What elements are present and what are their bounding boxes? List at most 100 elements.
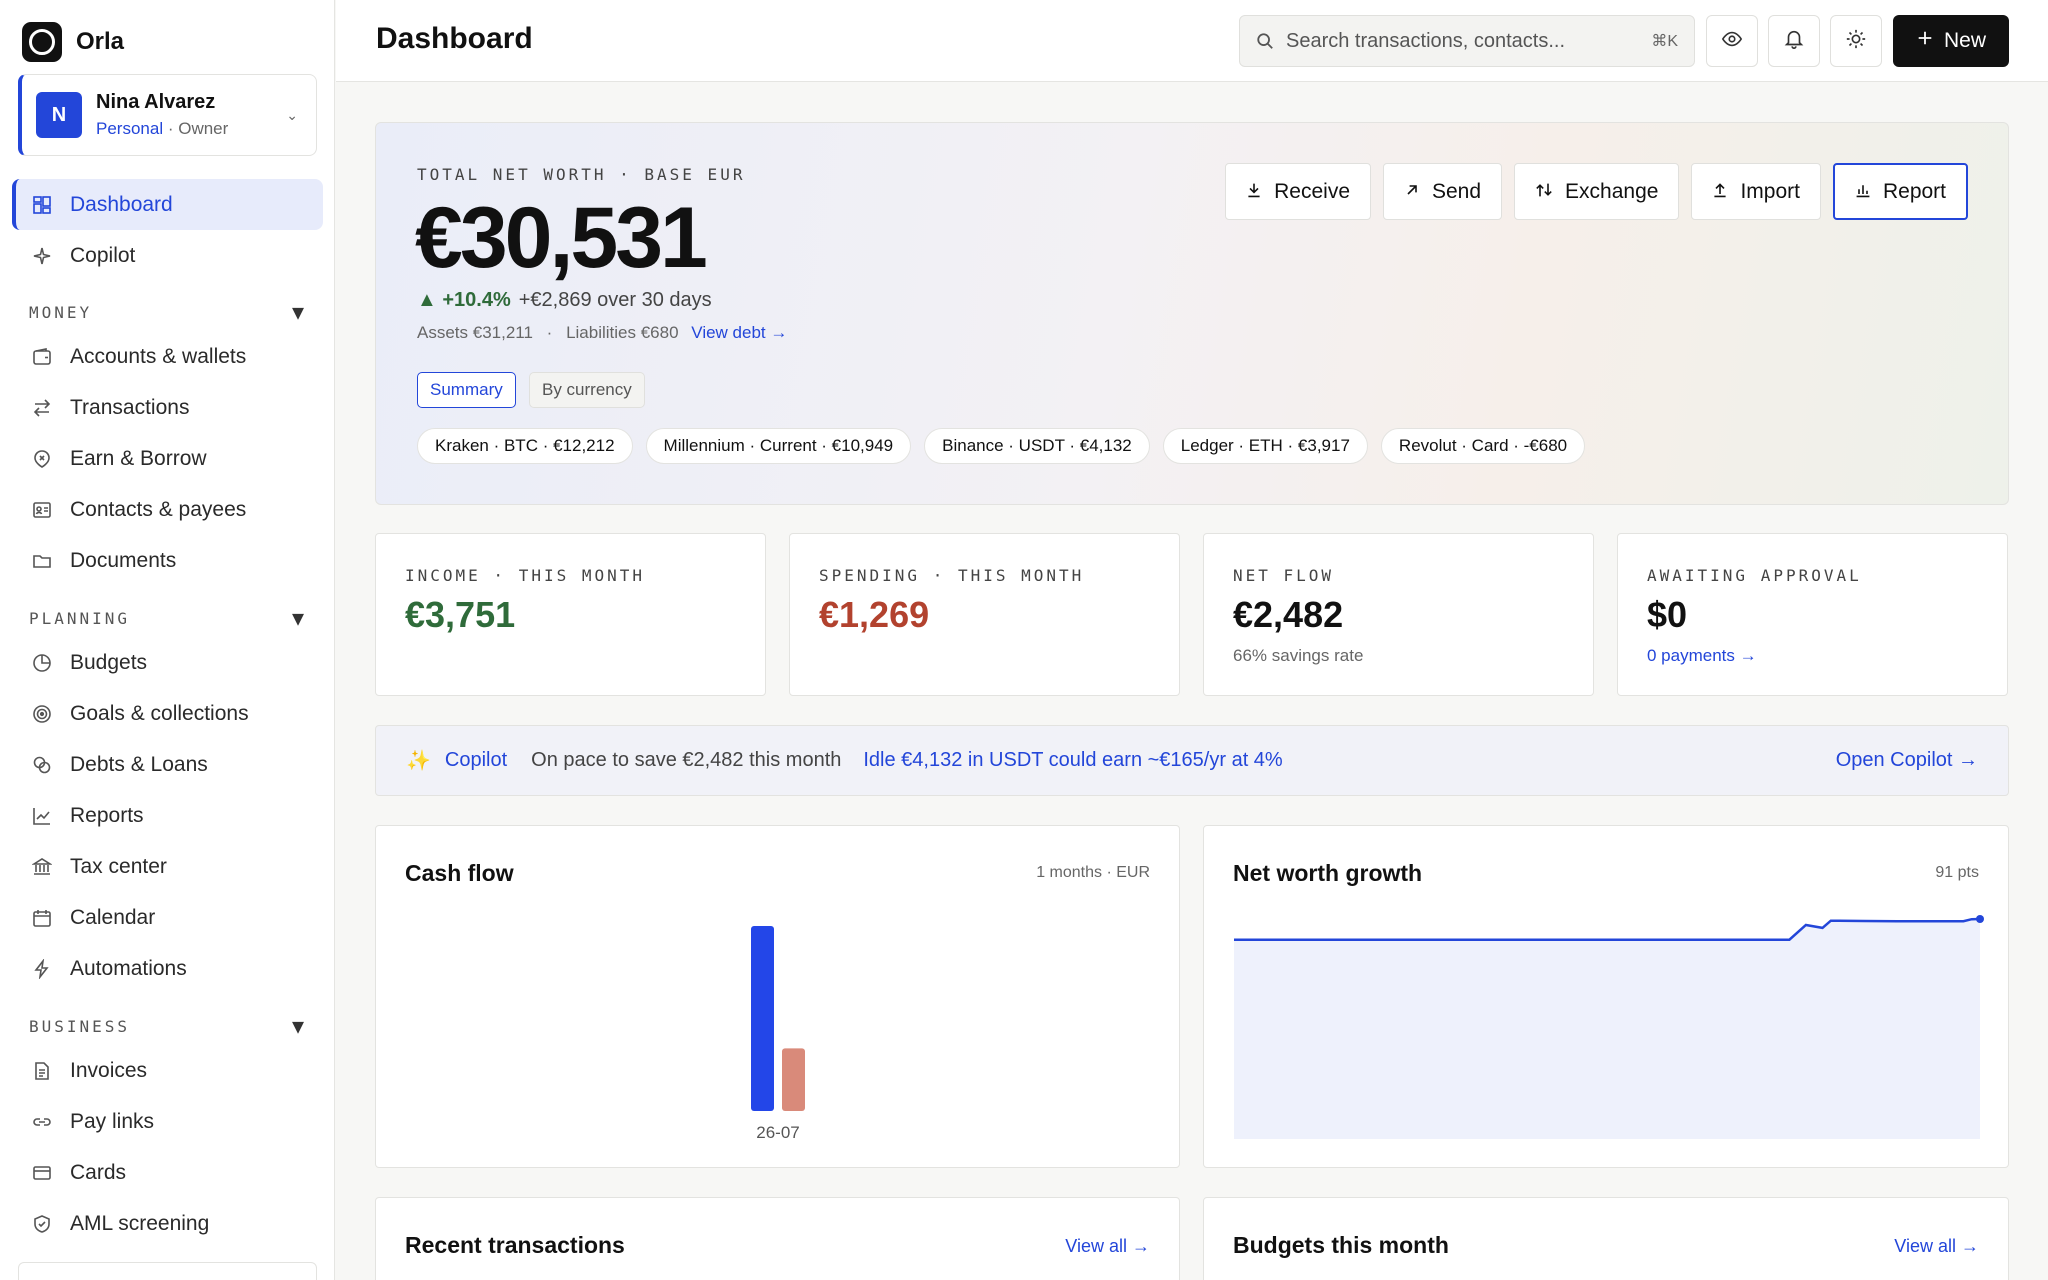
- sparkles-icon: ✨: [406, 750, 431, 772]
- receive-button[interactable]: Receive: [1225, 163, 1371, 220]
- notifications-button[interactable]: [1768, 15, 1820, 67]
- nav-item-budgets[interactable]: Budgets: [12, 637, 323, 688]
- caret-down-icon: ▼: [291, 300, 304, 324]
- budgets-panel: Budgets this month View all →: [1203, 1197, 2009, 1280]
- bank-icon: [30, 855, 54, 879]
- nav-item-calendar[interactable]: Calendar: [12, 892, 323, 943]
- nav-item-reports[interactable]: Reports: [12, 790, 323, 841]
- stat-card-spending[interactable]: SPENDING · THIS MONTH €1,269: [789, 533, 1180, 696]
- download-icon: [1246, 180, 1262, 204]
- nav-item-dashboard[interactable]: Dashboard: [12, 179, 323, 230]
- stat-label: NET FLOW: [1233, 566, 1335, 585]
- copilot-bar: ✨ Copilot On pace to save €2,482 this mo…: [375, 725, 2009, 796]
- nav-label: Budgets: [70, 650, 148, 674]
- coins-icon: [30, 753, 54, 777]
- brand[interactable]: Orla: [22, 22, 124, 62]
- page-title: Dashboard: [376, 22, 533, 55]
- sparkle-icon: [30, 244, 54, 268]
- stat-value: €3,751: [405, 594, 516, 635]
- view-all-link[interactable]: View all →: [1894, 1236, 1979, 1257]
- nav-label: Goals & collections: [70, 701, 249, 725]
- nav-label: Dashboard: [70, 192, 173, 216]
- contact-card-icon: [30, 498, 54, 522]
- exchange-arrows-icon: [1535, 180, 1553, 204]
- payments-link[interactable]: 0 payments →: [1647, 646, 1757, 666]
- x-tick-label: 26-07: [756, 1123, 799, 1142]
- brand-name: Orla: [76, 28, 125, 55]
- target-icon: [30, 702, 54, 726]
- tab-summary[interactable]: Summary: [417, 372, 516, 408]
- send-button[interactable]: Send: [1383, 163, 1503, 220]
- panel-title: Recent transactions: [405, 1232, 625, 1258]
- liabilities-value: Liabilities €680: [566, 323, 679, 342]
- account-chip[interactable]: Revolut · Card · -€680: [1380, 428, 1586, 464]
- stat-card-awaiting-approval[interactable]: AWAITING APPROVAL $0 0 payments →: [1617, 533, 2008, 696]
- nav-item-debts[interactable]: Debts & Loans: [12, 739, 323, 790]
- savings-rate: 66% savings rate: [1233, 646, 1364, 665]
- section-label: MONEY: [29, 302, 93, 322]
- credit-card-icon: [30, 1161, 54, 1185]
- nav-item-documents[interactable]: Documents: [12, 535, 323, 586]
- nav-item-earn-borrow[interactable]: Earn & Borrow: [12, 433, 323, 484]
- theme-toggle-button[interactable]: [1830, 15, 1882, 67]
- exchange-label: Exchange: [1565, 179, 1659, 203]
- wallet-icon: [30, 345, 54, 369]
- panel-title: Budgets this month: [1233, 1232, 1449, 1258]
- nav-label: Copilot: [70, 243, 136, 267]
- calendar-icon: [30, 906, 54, 930]
- account-chip[interactable]: Kraken · BTC · €12,212: [417, 428, 633, 464]
- account-chip[interactable]: Ledger · ETH · €3,917: [1162, 428, 1368, 464]
- pie-chart-icon: [30, 651, 54, 675]
- nav-label: Automations: [70, 956, 187, 980]
- nav-item-copilot[interactable]: Copilot: [12, 230, 323, 281]
- nav-item-transactions[interactable]: Transactions: [12, 382, 323, 433]
- search-input[interactable]: [1286, 29, 1652, 53]
- open-copilot-link[interactable]: Open Copilot →: [1836, 749, 1978, 772]
- search-box[interactable]: ⌘K: [1239, 15, 1695, 67]
- caret-down-icon: ▼: [291, 1014, 304, 1038]
- income-bar: [751, 926, 774, 1111]
- nav-label: Invoices: [70, 1058, 148, 1082]
- nav-item-tax-center[interactable]: Tax center: [12, 841, 323, 892]
- account-switcher[interactable]: N Nina Alvarez Personal · Owner ⌄: [18, 74, 317, 156]
- section-planning-toggle[interactable]: PLANNING ▼: [29, 606, 304, 630]
- account-chip[interactable]: Millennium · Current · €10,949: [645, 428, 912, 464]
- nav-label: Reports: [70, 803, 144, 827]
- stat-value: €2,482: [1233, 594, 1344, 635]
- nav-label: Pay links: [70, 1109, 155, 1133]
- copilot-suggestion[interactable]: Idle €4,132 in USDT could earn ~€165/yr …: [863, 749, 1282, 772]
- view-all-link[interactable]: View all →: [1065, 1236, 1150, 1257]
- tab-by-currency[interactable]: By currency: [529, 372, 645, 408]
- section-business-toggle[interactable]: BUSINESS ▼: [29, 1014, 304, 1038]
- nav-item-automations[interactable]: Automations: [12, 943, 323, 994]
- new-button[interactable]: New: [1893, 15, 2009, 67]
- nav-label: Earn & Borrow: [70, 446, 207, 470]
- shield-check-icon: [30, 1212, 54, 1236]
- nav-item-contacts[interactable]: Contacts & payees: [12, 484, 323, 535]
- line-chart-icon: [30, 804, 54, 828]
- change-amount: +€2,869 over 30 days: [518, 289, 712, 311]
- stat-card-net-flow[interactable]: NET FLOW €2,482 66% savings rate: [1203, 533, 1594, 696]
- nav-item-invoices[interactable]: Invoices: [12, 1045, 323, 1096]
- document-icon: [30, 1059, 54, 1083]
- stat-card-income[interactable]: INCOME · THIS MONTH €3,751: [375, 533, 766, 696]
- arrows-swap-icon: [30, 396, 54, 420]
- section-money-toggle[interactable]: MONEY ▼: [29, 300, 304, 324]
- report-button[interactable]: Report: [1832, 163, 1968, 220]
- net-worth-hero: TOTAL NET WORTH · BASE EUR €30,531 ▲ +10…: [375, 122, 2009, 505]
- exchange-button[interactable]: Exchange: [1514, 163, 1680, 220]
- nav-item-aml-screening[interactable]: AML screening: [12, 1198, 323, 1249]
- view-debt-link[interactable]: View debt →: [691, 323, 787, 342]
- nav-item-accounts[interactable]: Accounts & wallets: [12, 331, 323, 382]
- copilot-insight: On pace to save €2,482 this month: [531, 749, 842, 771]
- nav-item-cards[interactable]: Cards: [12, 1147, 323, 1198]
- sidebar-footer-card[interactable]: [18, 1262, 317, 1280]
- privacy-toggle-button[interactable]: [1706, 15, 1758, 67]
- import-button[interactable]: Import: [1691, 163, 1821, 220]
- net-worth-panel: Net worth growth 91 pts: [1203, 825, 2009, 1168]
- nav-item-goals[interactable]: Goals & collections: [12, 688, 323, 739]
- nav-label: Calendar: [70, 905, 156, 929]
- nav-item-pay-links[interactable]: Pay links: [12, 1096, 323, 1147]
- stat-label: INCOME · THIS MONTH: [405, 566, 646, 585]
- account-chip[interactable]: Binance · USDT · €4,132: [924, 428, 1150, 464]
